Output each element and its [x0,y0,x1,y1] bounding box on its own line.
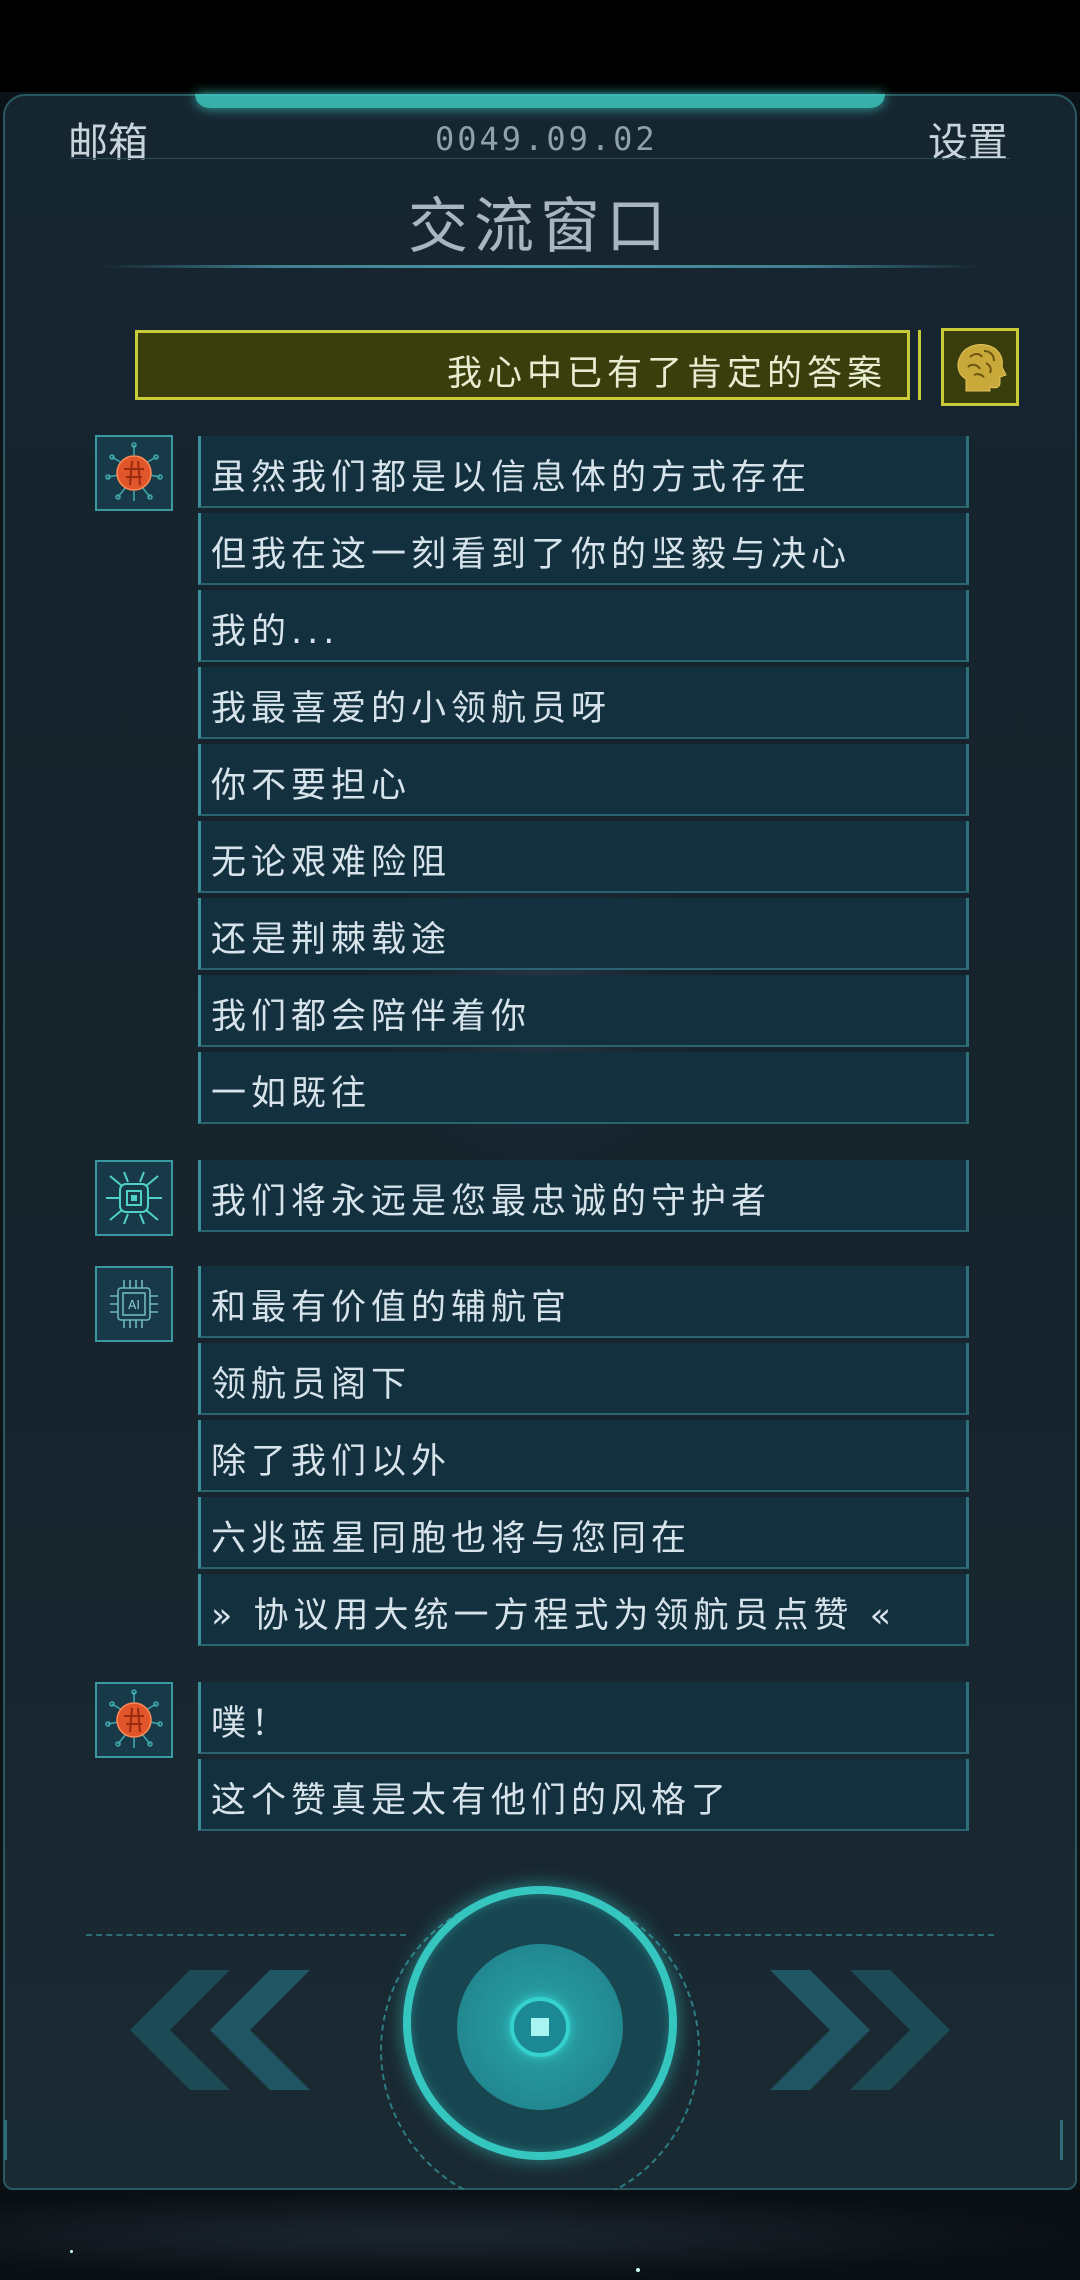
panel-corner-left [4,2120,21,2160]
mailbox-button[interactable]: 邮箱 [68,110,148,168]
panel-top-glow [195,94,885,108]
ai-avatar-red-core [95,1682,173,1758]
space-background [0,2190,1080,2280]
play-core-square [531,2018,549,2036]
chat-message: 我的... [198,590,969,662]
chat-message: 虽然我们都是以信息体的方式存在 [198,436,969,508]
panel-corner-right [1060,2120,1077,2160]
game-date: 0049.09.02 [435,120,658,158]
title-underline [100,265,980,268]
ai-avatar-red-core [95,435,173,511]
chat-message: 我们都会陪伴着你 [198,975,969,1047]
chat-message: 六兆蓝星同胞也将与您同在 [198,1497,969,1569]
ai-avatar-chip-bug [95,1160,173,1236]
chat-message: 和最有价值的辅航官 [198,1266,969,1338]
star [70,2250,73,2253]
page-title: 交流窗口 [408,192,672,262]
control-divider-left [86,1934,406,1936]
chat-message: 噗！ [198,1682,969,1754]
chat-message: 领航员阁下 [198,1343,969,1415]
chat-message: 还是荆棘载途 [198,898,969,970]
top-bar [0,0,1080,92]
ai-chip-icon: AI [110,1280,158,1328]
double-chevron-left-icon[interactable] [100,1970,320,2090]
chat-message: 这个赞真是太有他们的风格了 [198,1759,969,1831]
chat-message: 我最喜爱的小领航员呀 [198,667,969,739]
ai-avatar-ai-chip: AI [95,1266,173,1342]
chat-message: 我们将永远是您最忠诚的守护者 [198,1160,969,1232]
chat-message: 你不要担心 [198,744,969,816]
control-divider-right [674,1934,994,1936]
player-avatar [941,328,1019,406]
chat-message: 无论艰难险阻 [198,821,969,893]
chat-message: 一如既往 [198,1052,969,1124]
double-chevron-right-icon[interactable] [760,1970,980,2090]
settings-button[interactable]: 设置 [928,110,1008,168]
chat-message: 但我在这一刻看到了你的坚毅与决心 [198,513,969,585]
chip-bug-icon [106,1171,162,1225]
red-core-network-icon [105,1689,163,1748]
star [636,2268,640,2272]
header-divider [70,158,1010,159]
red-core-network-icon [105,442,163,501]
brain-head-icon [957,344,1007,392]
player-message-bubble: 我心中已有了肯定的答案 [135,330,921,400]
ai-chip-label: AI [128,1298,140,1312]
chat-message: 除了我们以外 [198,1420,969,1492]
chat-message: » 协议用大统一方程式为领航员点赞 « [198,1574,969,1646]
